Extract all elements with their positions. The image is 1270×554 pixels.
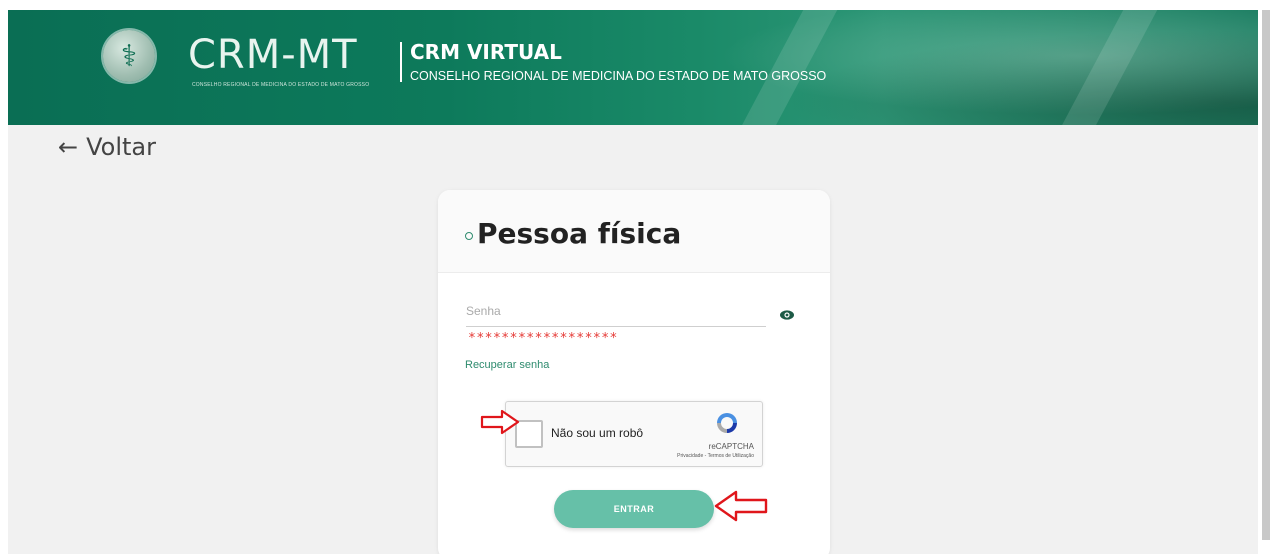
recaptcha-links[interactable]: Privacidade - Termos de Utilização (677, 453, 754, 459)
bullet-circle-icon (465, 232, 473, 240)
recaptcha-logo-icon (717, 413, 737, 433)
password-label[interactable]: Senha (466, 304, 501, 318)
back-label: Voltar (86, 133, 156, 161)
recaptcha-label: Não sou um robô (551, 426, 644, 440)
page: ⚕ CRM-MT CONSELHO REGIONAL DE MEDICINA D… (8, 10, 1258, 554)
back-link[interactable]: ← Voltar (58, 133, 156, 161)
password-field[interactable] (466, 326, 766, 327)
brand-name: CRM-MT (188, 32, 358, 78)
enter-button[interactable]: ENTRAR (554, 490, 714, 528)
brand-subtitle: CONSELHO REGIONAL DE MEDICINA DO ESTADO … (192, 82, 370, 88)
annotation-arrow-left-icon (714, 490, 768, 522)
recaptcha-brand: reCAPTCHA (708, 442, 754, 451)
scrollbar[interactable] (1262, 10, 1270, 540)
card-header: Pessoa física (438, 190, 830, 273)
crm-logo-icon[interactable]: ⚕ (103, 30, 155, 82)
recaptcha-widget: Não sou um robô reCAPTCHA Privacidade - … (505, 401, 763, 467)
password-masked-value: ****************** (468, 331, 618, 346)
app-subtitle: CONSELHO REGIONAL DE MEDICINA DO ESTADO … (410, 69, 827, 83)
header-banner: ⚕ CRM-MT CONSELHO REGIONAL DE MEDICINA D… (8, 10, 1258, 125)
eye-icon[interactable] (779, 307, 795, 323)
arrow-left-icon: ← (58, 133, 79, 161)
login-card: Pessoa física Senha ****************** R… (438, 190, 830, 554)
app-title: CRM VIRTUAL (410, 40, 562, 64)
card-title: Pessoa física (477, 217, 682, 250)
header-divider (400, 42, 402, 82)
recover-password-link[interactable]: Recuperar senha (465, 359, 549, 371)
annotation-arrow-right-icon (480, 409, 520, 435)
header-photo-overlay (658, 10, 1258, 125)
